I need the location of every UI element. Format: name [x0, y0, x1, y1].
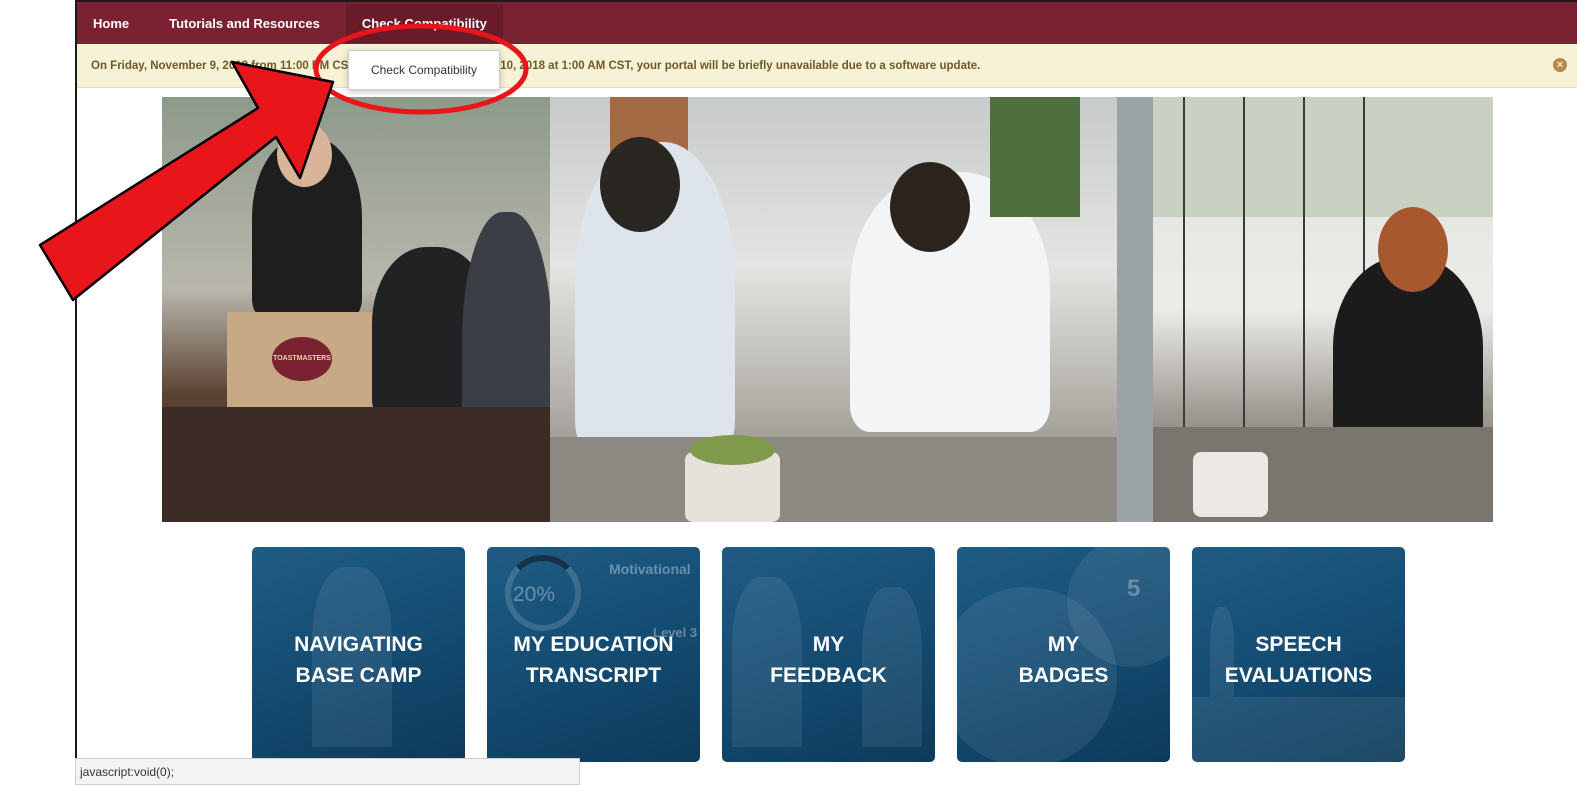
tile-label: MY EDUCATION TRANSCRIPT [513, 633, 674, 687]
hero-photo-meeting [550, 97, 1117, 522]
nav-tutorials-and-resources[interactable]: Tutorials and Resources [169, 16, 320, 31]
tile-speech-evaluations[interactable]: SPEECH EVALUATIONS [1192, 547, 1405, 762]
tile-label: NAVIGATING BASE CAMP [294, 633, 423, 687]
tile-label: MY BADGES [1018, 633, 1109, 687]
tile-my-education-transcript[interactable]: 20% Motivational Level 3 MY EDUCATION TR… [487, 547, 700, 762]
hero-image-collage: TOASTMASTERS [162, 97, 1493, 522]
nav-check-compatibility[interactable]: Check Compatibility [345, 3, 503, 43]
collage-divider [1117, 97, 1153, 522]
tile-label: MY FEEDBACK [770, 633, 887, 687]
notice-text: On Friday, November 9, 2018 from 11:00 P… [91, 59, 981, 72]
hero-photo-writer [1153, 97, 1493, 522]
tile-my-badges[interactable]: 5 MY BADGES [957, 547, 1170, 762]
check-compatibility-dropdown-item[interactable]: Check Compatibility [348, 50, 500, 90]
tile-navigating-base-camp[interactable]: NAVIGATING BASE CAMP [252, 547, 465, 762]
toastmasters-logo: TOASTMASTERS [272, 337, 332, 381]
browser-viewport: Home Tutorials and Resources Check Compa… [75, 0, 1577, 785]
close-circle-icon[interactable]: × [1553, 58, 1567, 72]
badge-number: 5 [1127, 575, 1141, 602]
maintenance-notice: On Friday, November 9, 2018 from 11:00 P… [77, 44, 1577, 88]
tile-my-feedback[interactable]: MY FEEDBACK [722, 547, 935, 762]
top-navbar: Home Tutorials and Resources Check Compa… [77, 2, 1577, 44]
browser-status-bar: javascript:void(0); [75, 758, 580, 785]
transcript-heading: Motivational [609, 561, 691, 577]
podium: TOASTMASTERS [227, 312, 377, 407]
tile-label: SPEECH EVALUATIONS [1224, 633, 1373, 687]
hero-photo-presenter: TOASTMASTERS [162, 97, 552, 522]
nav-home[interactable]: Home [93, 16, 129, 31]
progress-percent: 20% [513, 583, 556, 606]
